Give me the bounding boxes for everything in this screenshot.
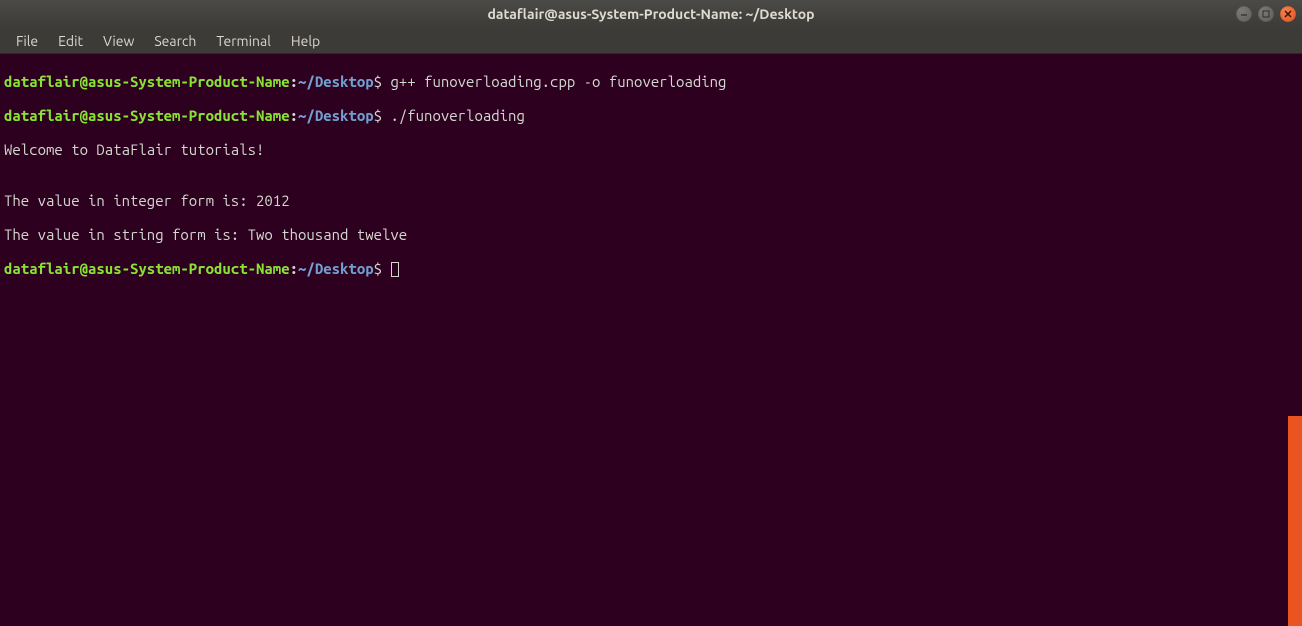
prompt-dollar: $ bbox=[374, 73, 382, 90]
prompt-colon: : bbox=[290, 73, 298, 90]
minimize-button[interactable] bbox=[1236, 6, 1252, 22]
minimize-icon bbox=[1240, 10, 1248, 18]
terminal-output: The value in integer form is: 2012 bbox=[4, 192, 1298, 209]
terminal-area[interactable]: dataflair@asus-System-Product-Name:~/Des… bbox=[0, 54, 1302, 626]
terminal-output: The value in string form is: Two thousan… bbox=[4, 226, 1298, 243]
terminal-line: dataflair@asus-System-Product-Name:~/Des… bbox=[4, 73, 1298, 90]
window-controls bbox=[1236, 6, 1296, 22]
maximize-icon bbox=[1262, 10, 1270, 18]
prompt-path: /Desktop bbox=[306, 260, 373, 277]
cursor-icon bbox=[391, 262, 399, 277]
terminal-line: dataflair@asus-System-Product-Name:~/Des… bbox=[4, 107, 1298, 124]
maximize-button[interactable] bbox=[1258, 6, 1274, 22]
prompt-user: dataflair@asus-System-Product-Name bbox=[4, 107, 290, 124]
menu-bar: File Edit View Search Terminal Help bbox=[0, 28, 1302, 54]
terminal-output: Welcome to DataFlair tutorials! bbox=[4, 141, 1298, 158]
prompt-dollar: $ bbox=[374, 107, 382, 124]
command-text: ./funoverloading bbox=[390, 107, 524, 124]
menu-terminal[interactable]: Terminal bbox=[206, 30, 281, 52]
prompt-colon: : bbox=[290, 107, 298, 124]
prompt-colon: : bbox=[290, 260, 298, 277]
menu-view[interactable]: View bbox=[93, 30, 144, 52]
menu-edit[interactable]: Edit bbox=[48, 30, 93, 52]
prompt-path: /Desktop bbox=[306, 107, 373, 124]
terminal-line: dataflair@asus-System-Product-Name:~/Des… bbox=[4, 260, 1298, 277]
title-bar: dataflair@asus-System-Product-Name: ~/De… bbox=[0, 0, 1302, 28]
window-title: dataflair@asus-System-Product-Name: ~/De… bbox=[487, 6, 814, 22]
prompt-path: /Desktop bbox=[306, 73, 373, 90]
menu-file[interactable]: File bbox=[6, 30, 48, 52]
prompt-dollar: $ bbox=[374, 260, 382, 277]
menu-search[interactable]: Search bbox=[144, 30, 206, 52]
scrollbar[interactable] bbox=[1288, 416, 1302, 626]
prompt-user: dataflair@asus-System-Product-Name bbox=[4, 73, 290, 90]
close-button[interactable] bbox=[1280, 6, 1296, 22]
prompt-user: dataflair@asus-System-Product-Name bbox=[4, 260, 290, 277]
close-icon bbox=[1284, 10, 1292, 18]
command-text: g++ funoverloading.cpp -o funoverloading bbox=[390, 73, 726, 90]
command-text bbox=[382, 260, 390, 277]
menu-help[interactable]: Help bbox=[281, 30, 330, 52]
